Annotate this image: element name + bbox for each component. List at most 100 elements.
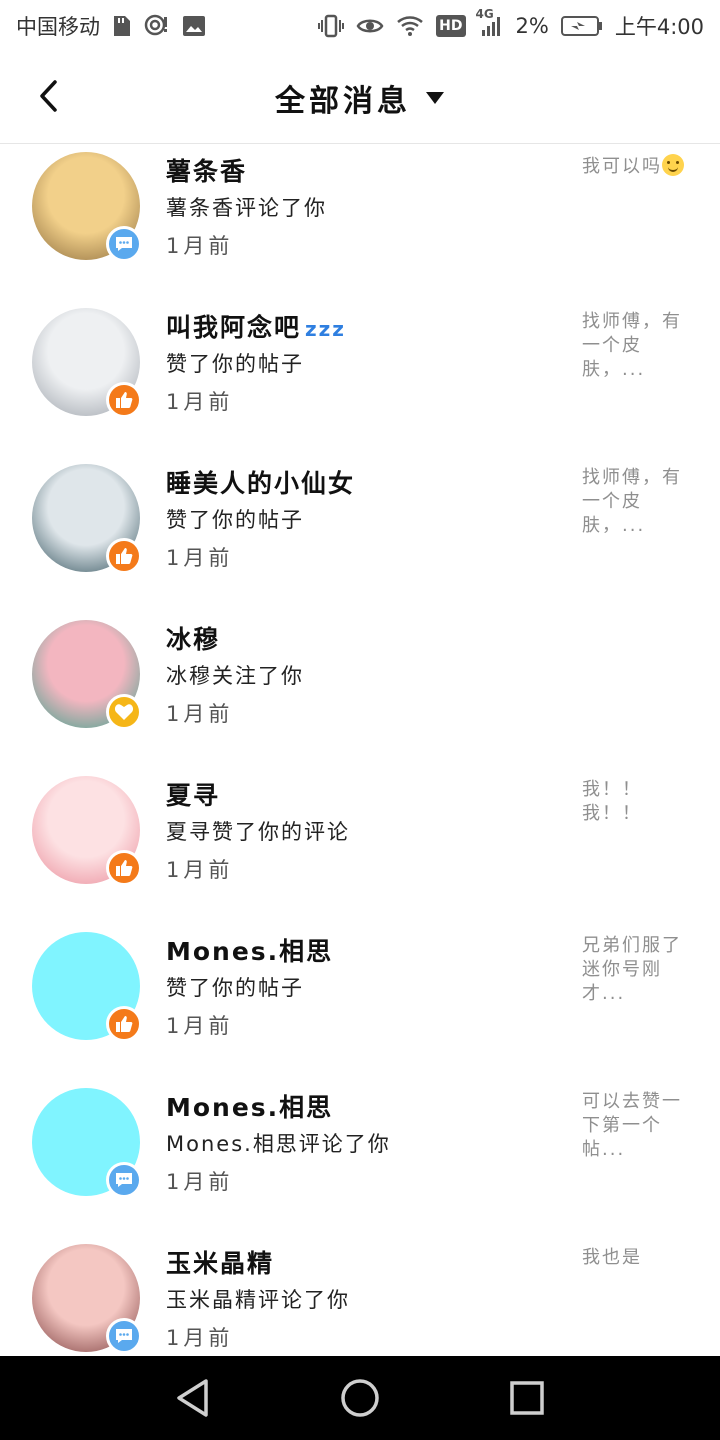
like-badge <box>106 850 142 886</box>
title-dropdown[interactable]: 全部消息 <box>0 52 720 144</box>
sender-name[interactable]: 夏寻 <box>166 776 220 812</box>
carrier-label: 中国移动 <box>16 15 100 39</box>
sender-name[interactable]: 叫我阿念吧 zzz <box>166 308 346 344</box>
avatar-container[interactable] <box>32 152 142 262</box>
like-badge <box>106 382 142 418</box>
nav-recents-button[interactable] <box>497 1368 557 1428</box>
follow-badge <box>106 694 142 730</box>
content-preview[interactable]: 我也是 <box>582 1246 692 1270</box>
avatar-container[interactable] <box>32 464 142 574</box>
hotspot-icon <box>144 13 170 39</box>
preview-text: 我可以吗 <box>582 156 662 177</box>
preview-text: 我也是 <box>582 1247 642 1268</box>
like-badge <box>106 538 142 574</box>
sender-name-text: Mones.相思 <box>166 1093 334 1122</box>
avatar-container[interactable] <box>32 308 142 418</box>
timestamp: 1月前 <box>166 1014 234 1038</box>
message-row[interactable]: Mones.相思 Mones.相思评论了你 1月前 可以去赞一下第一个帖... <box>0 1080 720 1236</box>
battery-percent: 2% <box>515 14 549 38</box>
timestamp: 1月前 <box>166 390 234 414</box>
network-type-label: 4G <box>475 7 494 21</box>
system-nav-bar <box>0 1356 720 1440</box>
message-row[interactable]: 玉米晶精玉米晶精评论了你 1月前 我也是 <box>0 1236 720 1356</box>
notification-text: Mones.相思评论了你 <box>166 1132 391 1156</box>
preview-text: 找师傅，有一个皮肤，... <box>582 311 682 380</box>
sender-name-text: 玉米晶精 <box>166 1249 275 1278</box>
timestamp: 1月前 <box>166 1170 234 1194</box>
sender-name[interactable]: 玉米晶精 <box>166 1244 274 1280</box>
nav-back-button[interactable] <box>163 1368 223 1428</box>
battery-charging-icon <box>560 13 603 39</box>
comment-icon <box>116 1329 132 1343</box>
timestamp: 1月前 <box>166 546 234 570</box>
timestamp: 1月前 <box>166 858 234 882</box>
recents-square-icon <box>509 1381 544 1415</box>
comment-badge <box>106 1162 142 1198</box>
vibrate-icon <box>318 13 345 39</box>
preview-text: 找师傅，有一个皮肤，... <box>582 467 682 536</box>
avatar-container[interactable] <box>32 776 142 886</box>
home-circle-icon <box>341 1379 379 1417</box>
status-bar-right: HD 4G 2% 上午4:00 <box>318 7 704 41</box>
status-bar: 中国移动 HD 4G 2% 上午4:00 <box>0 0 720 52</box>
eye-icon <box>356 13 384 39</box>
content-preview[interactable]: 找师傅，有一个皮肤，... <box>582 466 692 538</box>
sleep-icon: zzz <box>305 317 346 341</box>
sender-name[interactable]: 冰穆 <box>166 620 220 656</box>
notification-text: 赞了你的帖子 <box>166 508 304 532</box>
smile-emoji-icon <box>662 154 684 176</box>
content-preview[interactable]: 可以去赞一下第一个帖... <box>582 1090 692 1162</box>
sender-name-text: 夏寻 <box>166 781 221 810</box>
status-bar-left: 中国移动 <box>16 11 206 41</box>
back-triangle-icon <box>177 1379 209 1417</box>
sender-name[interactable]: Mones.相思 <box>166 1088 333 1124</box>
avatar-container[interactable] <box>32 932 142 1042</box>
nav-home-button[interactable] <box>330 1368 390 1428</box>
sender-name[interactable]: 薯条香 <box>166 152 247 188</box>
notification-text: 薯条香评论了你 <box>166 196 327 220</box>
wifi-icon <box>396 13 424 39</box>
timestamp: 1月前 <box>166 702 234 726</box>
preview-text: 兄弟们服了迷你号刚才... <box>582 935 682 1004</box>
comment-icon <box>116 1173 132 1187</box>
thumbs-up-icon <box>116 860 133 876</box>
timestamp: 1月前 <box>166 1326 234 1350</box>
content-preview[interactable]: 找师傅，有一个皮肤，... <box>582 310 692 382</box>
notification-text: 赞了你的帖子 <box>166 352 304 376</box>
sender-name-text: Mones.相思 <box>166 937 334 966</box>
sender-name-text: 薯条香 <box>166 157 248 186</box>
avatar-container[interactable] <box>32 620 142 730</box>
message-row[interactable]: 叫我阿念吧 zzz 赞了你的帖子 1月前 找师傅，有一个皮肤，... <box>0 300 720 456</box>
avatar-container[interactable] <box>32 1088 142 1198</box>
image-icon <box>182 13 206 39</box>
message-row[interactable]: Mones.相思赞了你的帖子 1月前 兄弟们服了迷你号刚才... <box>0 924 720 1080</box>
sender-name-text: 睡美人的小仙女 <box>166 469 356 498</box>
avatar-container[interactable] <box>32 1244 142 1354</box>
notification-text: 夏寻赞了你的评论 <box>166 820 350 844</box>
preview-text: 我！！我！！ <box>582 779 642 824</box>
caret-down-icon <box>426 92 444 104</box>
page-title: 全部消息 <box>275 84 411 119</box>
thumbs-up-icon <box>116 1016 133 1032</box>
notification-text: 赞了你的帖子 <box>166 976 304 1000</box>
heart-icon <box>114 704 134 720</box>
preview-text: 可以去赞一下第一个帖... <box>582 1091 682 1160</box>
message-row[interactable]: 夏寻夏寻赞了你的评论 1月前 我！！我！！ <box>0 768 720 924</box>
clock: 上午4:00 <box>614 15 704 39</box>
content-preview[interactable]: 兄弟们服了迷你号刚才... <box>582 934 692 1006</box>
sim-card-icon <box>112 13 132 39</box>
message-row[interactable]: 睡美人的小仙女赞了你的帖子 1月前 找师傅，有一个皮肤，... <box>0 456 720 612</box>
like-badge <box>106 1006 142 1042</box>
header: 全部消息 <box>0 52 720 144</box>
sender-name[interactable]: Mones.相思 <box>166 932 333 968</box>
notification-text: 冰穆关注了你 <box>166 664 304 688</box>
message-row[interactable]: 薯条香 薯条香评论了你 1月前 我可以吗 <box>0 144 720 300</box>
notification-text: 玉米晶精评论了你 <box>166 1288 350 1312</box>
message-row[interactable]: 冰穆冰穆关注了你 1月前 <box>0 612 720 768</box>
sender-name[interactable]: 睡美人的小仙女 <box>166 464 355 500</box>
signal-icon: 4G <box>476 7 504 39</box>
content-preview[interactable]: 我可以吗 <box>582 154 692 179</box>
content-preview[interactable]: 我！！我！！ <box>582 778 692 826</box>
hd-badge: HD <box>436 15 466 37</box>
comment-icon <box>116 237 132 251</box>
